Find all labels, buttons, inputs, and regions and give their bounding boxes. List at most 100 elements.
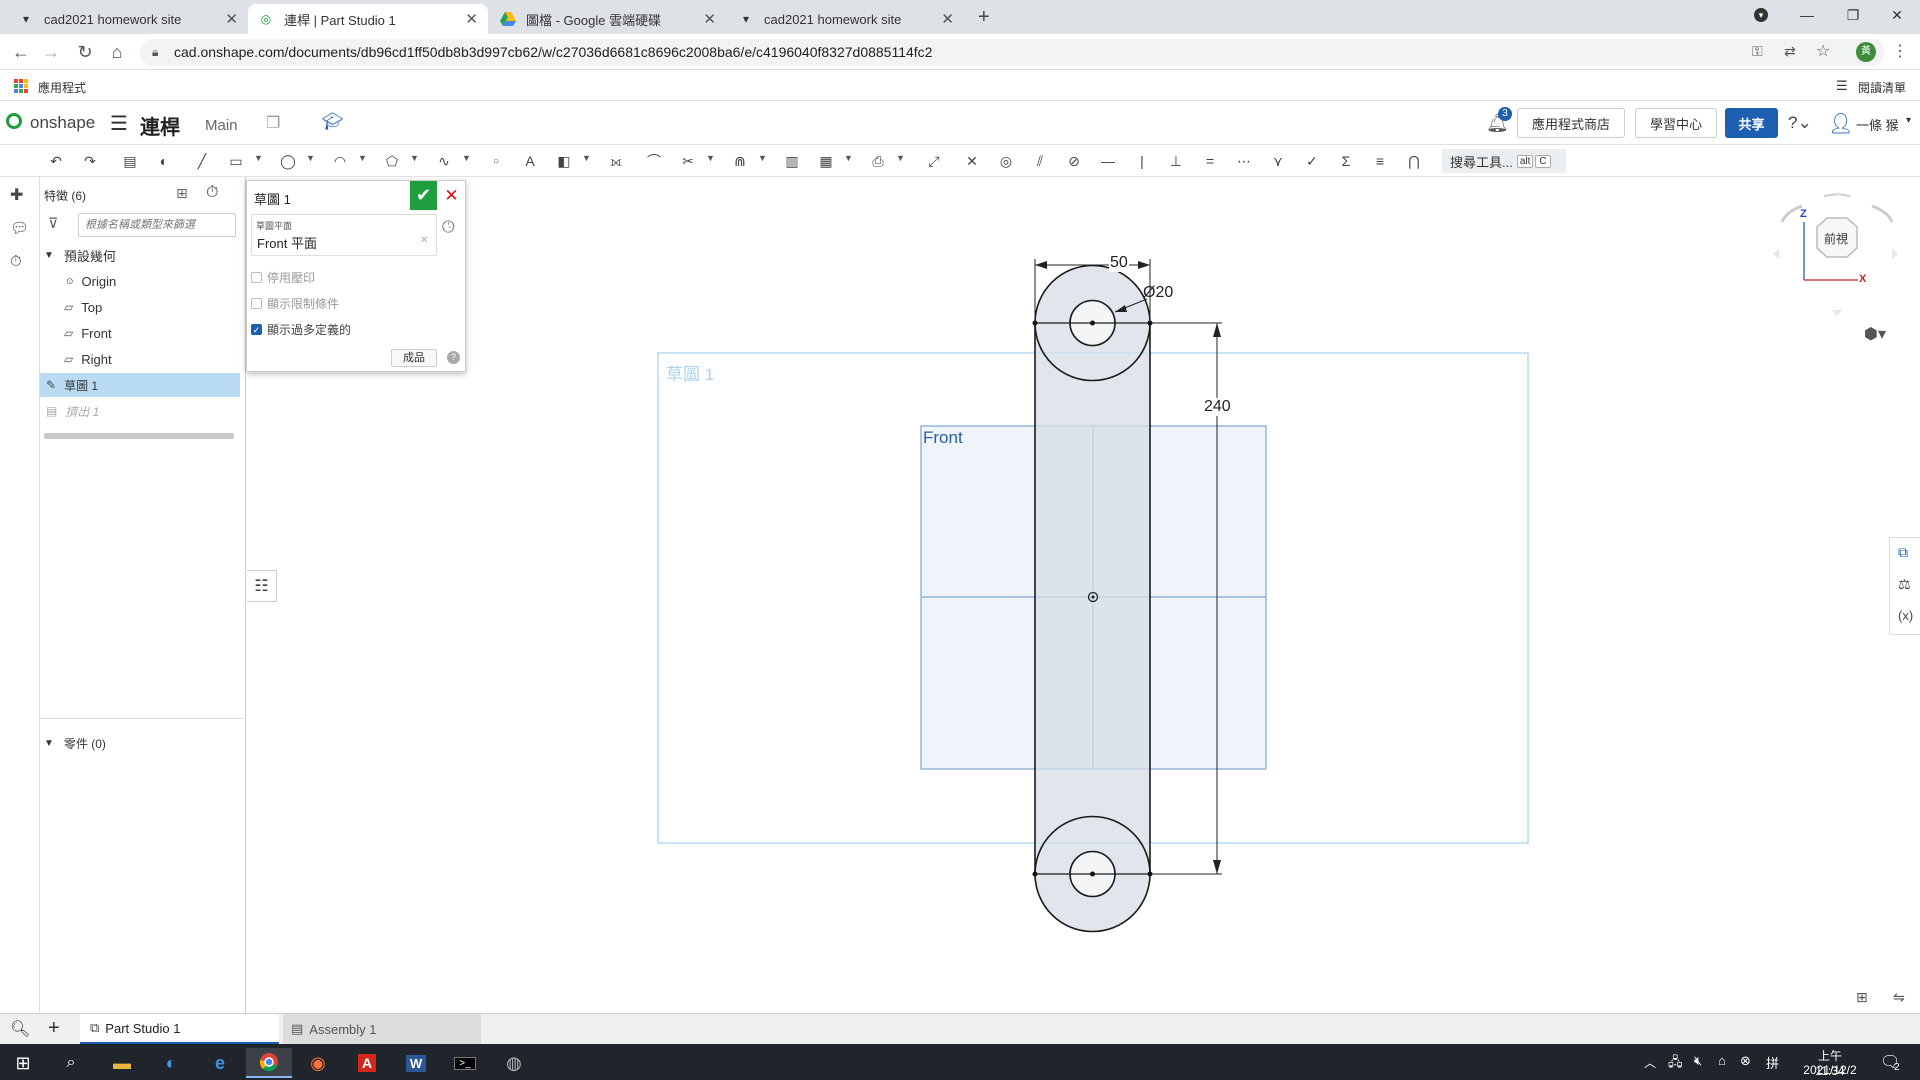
share-button[interactable]: 共享 — [1725, 108, 1778, 138]
window-close-button[interactable]: ✕ — [1874, 0, 1920, 30]
timer-icon[interactable]: ⏱︎ — [206, 184, 218, 202]
view-settings-icon[interactable]: ⊞ — [1856, 989, 1868, 1006]
parts-group[interactable]: ▼ 零件 (0) — [40, 731, 240, 755]
close-icon[interactable]: ✕ — [941, 10, 954, 28]
acrobat-icon[interactable]: A — [344, 1048, 390, 1078]
show-constraints-option[interactable]: 顯示限制條件 — [251, 295, 339, 312]
feature-sketch-1[interactable]: ✎ 草圖 1 — [40, 373, 240, 397]
learning-center-button[interactable]: 學習中心 — [1635, 108, 1717, 138]
browser-tab-1[interactable]: ▾ cad2021 homework site ✕ — [8, 4, 248, 34]
url-field[interactable]: 🔒︎ cad.onshape.com/documents/db96cd1ff50… — [140, 39, 1885, 66]
browser-menu-icon[interactable]: ⋮ — [1892, 41, 1908, 61]
variables-icon[interactable]: (x) — [1898, 608, 1913, 623]
app-icon[interactable]: ◍ — [491, 1048, 537, 1078]
edge-icon[interactable]: ◐ — [148, 1048, 194, 1078]
chevron-down-icon[interactable]: ▼ — [306, 153, 315, 163]
network-icon[interactable]: 🖧︎ — [1668, 1053, 1683, 1075]
fillet-icon[interactable]: ⌒ — [644, 151, 664, 171]
graphics-viewport[interactable]: 草圖 1 Front 50 Ø20 240 前視 Z X ⬢▾ ⧉ ⚖ (x) … — [247, 177, 1920, 1013]
checkbox[interactable] — [251, 298, 262, 309]
accept-check-button[interactable]: ✔ — [410, 181, 437, 210]
line-icon[interactable]: ╱ — [192, 151, 212, 171]
diameter-dimension[interactable]: Ø20 — [1143, 284, 1173, 302]
search-tabs-icon[interactable]: 🔍︎ — [10, 1019, 30, 1039]
profile-avatar[interactable]: 黃 — [1856, 42, 1876, 62]
chevron-down-icon[interactable]: ▼ — [844, 153, 853, 163]
search-icon[interactable]: ⌕ — [48, 1048, 94, 1078]
undo-icon[interactable]: ↶ — [46, 151, 66, 171]
translate-icon[interactable]: ⇄ — [1784, 43, 1796, 60]
firefox-icon[interactable]: ◉ — [295, 1048, 341, 1078]
construction-icon[interactable]: ◧ — [554, 151, 574, 171]
close-icon[interactable]: ✕ — [465, 10, 478, 28]
clock-icon[interactable]: 🕓︎ — [442, 219, 455, 237]
coincident-icon[interactable]: ✕ — [962, 151, 982, 171]
feature-front-plane[interactable]: ▱ Front — [40, 321, 240, 345]
chevron-down-icon[interactable]: ▼ — [358, 153, 367, 163]
browser-tab-4[interactable]: ▾ cad2021 homework site ✕ — [728, 4, 964, 34]
chrome-icon[interactable] — [246, 1048, 292, 1078]
width-dimension[interactable]: 50 — [1109, 254, 1129, 272]
horizontal-icon[interactable]: — — [1098, 151, 1118, 171]
rollback-bar[interactable] — [44, 433, 234, 439]
word-icon[interactable]: W — [393, 1048, 439, 1078]
more-options-icon[interactable]: ⇋ — [1893, 989, 1905, 1006]
help-icon[interactable]: ?⌄ — [1788, 113, 1812, 133]
cancel-x-button[interactable]: ✕ — [437, 181, 466, 210]
new-tab-button[interactable]: + — [978, 6, 990, 29]
help-icon[interactable]: ? — [447, 351, 460, 364]
dxf-import-icon[interactable]: ⎙ — [868, 151, 888, 171]
chevron-down-icon[interactable]: ▼ — [896, 153, 905, 163]
panel-toggle-icon[interactable]: ☷ — [247, 570, 277, 602]
sketch-canvas[interactable] — [247, 177, 1920, 1013]
app-store-button[interactable]: 應用程式商店 — [1517, 108, 1625, 138]
use-icon[interactable]: ◐ — [154, 151, 174, 171]
appearance-icon[interactable]: ⧉ — [1898, 544, 1908, 561]
maximize-button[interactable]: ❐ — [1830, 0, 1876, 30]
forward-icon[interactable]: → — [38, 40, 64, 64]
onshape-logo-icon[interactable] — [6, 113, 22, 129]
user-name[interactable]: 一條 猴 — [1856, 115, 1899, 134]
filter-icon[interactable]: ⊽ — [48, 215, 58, 232]
midpoint-icon[interactable]: ⋯ — [1234, 151, 1254, 171]
key-icon[interactable]: ⚿ — [1752, 43, 1763, 60]
chevron-down-icon[interactable]: ▼ — [254, 153, 263, 163]
clock-date[interactable]: 2021/12/2 — [1798, 1063, 1862, 1077]
pierce-icon[interactable]: ✓ — [1302, 151, 1322, 171]
symmetric-icon[interactable]: Σ — [1336, 151, 1356, 171]
redo-icon[interactable]: ↷ — [80, 151, 100, 171]
ime-icon[interactable]: 拼 — [1766, 1053, 1779, 1072]
feature-extrude-1[interactable]: ▤ 擠出 1 — [40, 399, 240, 423]
equal-icon[interactable]: = — [1200, 151, 1220, 171]
tangent-icon[interactable]: ⊘ — [1064, 151, 1084, 171]
graduation-cap-icon[interactable]: 🎓︎ — [322, 112, 344, 132]
clear-x-icon[interactable]: ✕ — [420, 235, 428, 246]
chevron-down-icon[interactable]: ▼ — [758, 153, 767, 163]
terminal-icon[interactable]: >_ — [442, 1048, 488, 1078]
chevron-down-icon[interactable]: ▼ — [410, 153, 419, 163]
curvature-icon[interactable]: ⋂ — [1404, 151, 1424, 171]
file-explorer-icon[interactable]: ▬ — [99, 1048, 145, 1078]
usb-icon[interactable]: ⌂ — [1718, 1053, 1726, 1068]
checkbox[interactable] — [251, 272, 262, 283]
internet-explorer-icon[interactable]: e — [197, 1048, 243, 1078]
chevron-down-icon[interactable]: ▼ — [706, 153, 715, 163]
tray-chevron-icon[interactable]: ︿ — [1644, 1054, 1656, 1071]
tray-x-icon[interactable]: ⊗ — [1740, 1053, 1751, 1069]
dimension-icon[interactable]: ⤢ — [924, 151, 944, 171]
star-icon[interactable]: ☆ — [1816, 41, 1830, 61]
text-icon[interactable]: A — [520, 151, 540, 171]
parallel-icon[interactable]: ⫽ — [1030, 151, 1050, 171]
perpendicular-icon[interactable]: ⊥ — [1166, 151, 1186, 171]
history-icon[interactable]: ⏱︎ — [10, 253, 22, 270]
sketch-plane-field[interactable]: 草圖平面 Front 平面 ✕ — [251, 214, 437, 256]
concentric-icon[interactable]: ◎ — [996, 151, 1016, 171]
sketch-icon[interactable]: ▤ — [120, 151, 140, 171]
view-cube[interactable]: 前視 Z X — [1762, 192, 1912, 322]
display-mode-icon[interactable]: ⬢▾ — [1864, 324, 1886, 344]
show-overdefined-option[interactable]: ✓ 顯示過多定義的 — [251, 321, 351, 338]
home-icon[interactable]: ⌂ — [104, 40, 130, 64]
reload-icon[interactable]: ↻ — [72, 40, 98, 64]
close-icon[interactable]: ✕ — [225, 10, 238, 28]
feature-origin[interactable]: ⊙ Origin — [40, 269, 240, 293]
